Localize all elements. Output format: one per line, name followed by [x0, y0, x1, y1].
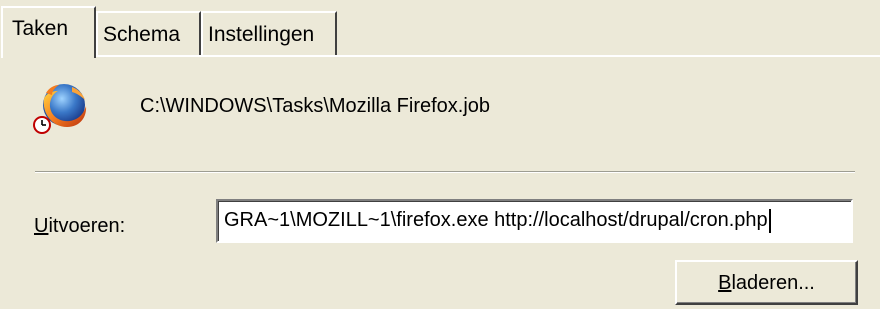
browse-accelerator: B — [718, 271, 732, 294]
run-label: Uitvoeren: — [34, 212, 125, 240]
run-command-value: GRA~1\MOZILL~1\firefox.exe http://localh… — [224, 209, 768, 231]
task-file-path: C:\WINDOWS\Tasks\Mozilla Firefox.job — [140, 95, 491, 117]
tab-taken[interactable]: Taken — [1, 6, 96, 58]
run-command-input[interactable]: GRA~1\MOZILL~1\firefox.exe http://localh… — [216, 199, 853, 243]
tab-schema[interactable]: Schema — [96, 11, 201, 55]
tab-instellingen[interactable]: Instellingen — [201, 11, 337, 55]
tab-baseline — [96, 55, 880, 57]
text-caret — [768, 208, 771, 233]
firefox-icon — [32, 79, 90, 137]
browse-label-text: laderen... — [731, 271, 815, 294]
browse-button[interactable]: Bladeren... — [675, 260, 858, 305]
tab-strip: Taken Schema Instellingen — [0, 0, 880, 58]
run-label-accelerator: U — [34, 215, 49, 237]
separator — [35, 171, 855, 173]
run-label-text: itvoeren: — [48, 215, 126, 237]
